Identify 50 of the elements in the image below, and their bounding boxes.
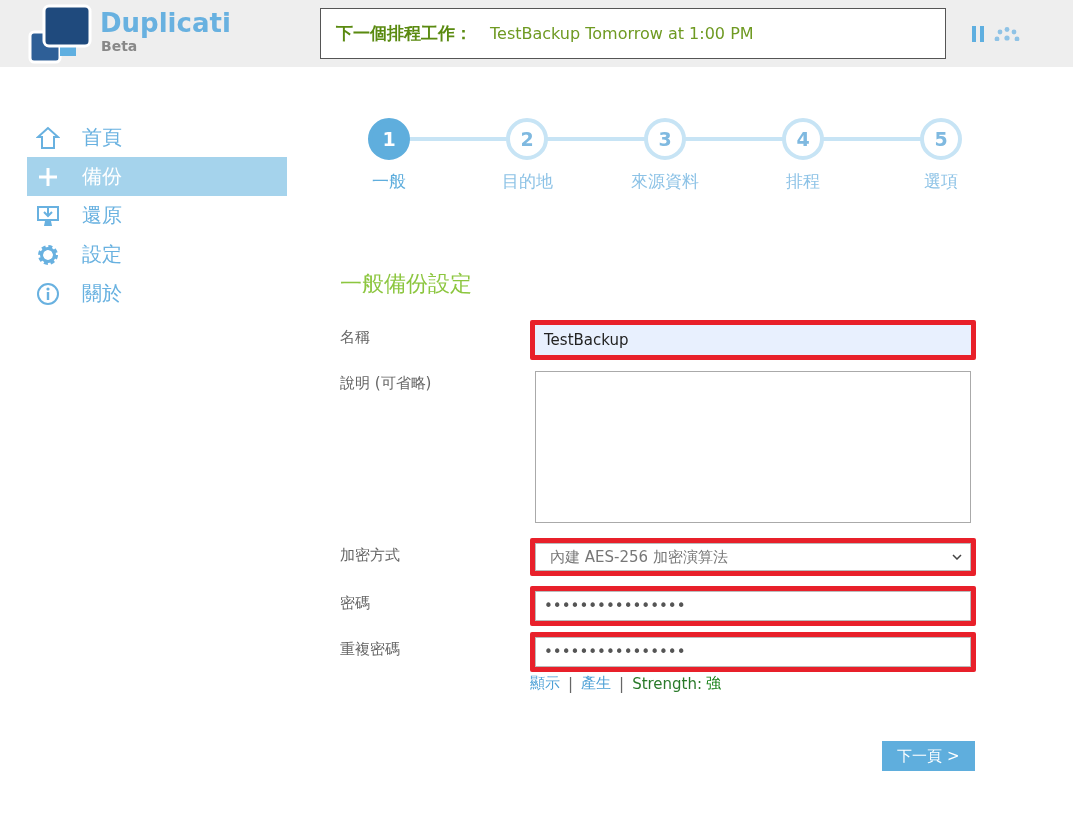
step-label: 排程 xyxy=(786,170,820,193)
home-icon xyxy=(36,125,60,150)
field-label: 說明 (可省略) xyxy=(340,373,433,393)
step-label: 來源資料 xyxy=(631,170,699,193)
step-label: 目的地 xyxy=(501,170,553,193)
step-circle[interactable]: 2 xyxy=(506,118,548,160)
pause-icon[interactable] xyxy=(972,25,984,42)
sidebar-item-label: 首頁 xyxy=(82,124,122,151)
app-name: Duplicati xyxy=(100,7,232,38)
step-circle[interactable]: 5 xyxy=(920,118,962,160)
sidebar-item[interactable]: 備份 xyxy=(27,157,287,196)
step-circle[interactable]: 4 xyxy=(782,118,824,160)
sidebar-item[interactable]: 設定 xyxy=(27,235,287,274)
strength-label: Strength: xyxy=(632,674,703,693)
password-input-field[interactable]: •••••••••••••••• xyxy=(535,637,971,667)
settings-icon xyxy=(36,242,60,267)
encryption-dropdown[interactable]: 內建 AES-256 加密演算法 xyxy=(535,543,971,571)
separator-text: | xyxy=(568,674,574,693)
name-input-field[interactable]: TestBackup xyxy=(535,325,971,355)
step-label: 一般 xyxy=(372,170,406,193)
step-circle[interactable]: 1 xyxy=(368,118,410,160)
next-page-button[interactable]: 下一頁 > xyxy=(882,741,975,771)
form-title: 一般備份設定 xyxy=(340,270,473,298)
separator-text: | xyxy=(619,674,625,693)
step-label: 選項 xyxy=(924,170,958,193)
sidebar-item[interactable]: 首頁 xyxy=(27,118,287,157)
password-action-link[interactable]: 顯示 xyxy=(530,674,560,693)
edition-label: Beta xyxy=(101,37,138,54)
strength-value: 強 xyxy=(706,674,722,693)
sidebar-item[interactable]: 關於 xyxy=(27,274,287,313)
field-label: 加密方式 xyxy=(340,545,401,565)
field-label: 密碼 xyxy=(340,593,371,613)
next-schedule-value: TestBackup Tomorrow at 1:00 PM xyxy=(490,24,754,43)
speed-gauge-icon[interactable] xyxy=(994,26,1020,41)
description-text-area[interactable] xyxy=(535,371,971,523)
sidebar-item-label: 還原 xyxy=(82,202,122,229)
field-label: 重複密碼 xyxy=(340,639,401,659)
sidebar-item-label: 備份 xyxy=(82,163,122,190)
monitor-download-icon xyxy=(36,203,60,228)
sidebar-item-label: 設定 xyxy=(82,241,122,268)
sidebar-item[interactable]: 還原 xyxy=(27,196,287,235)
duplicati-logo-icon xyxy=(28,3,92,64)
password-input-field[interactable]: •••••••••••••••• xyxy=(535,591,971,621)
field-label: 名稱 xyxy=(340,327,371,347)
info-icon xyxy=(36,281,60,306)
step-circle[interactable]: 3 xyxy=(644,118,686,160)
next-schedule-label: 下一個排程工作： xyxy=(336,22,472,45)
sidebar-item-label: 關於 xyxy=(82,280,122,307)
password-action-link[interactable]: 產生 xyxy=(581,674,612,693)
chevron-down-icon xyxy=(952,554,962,560)
